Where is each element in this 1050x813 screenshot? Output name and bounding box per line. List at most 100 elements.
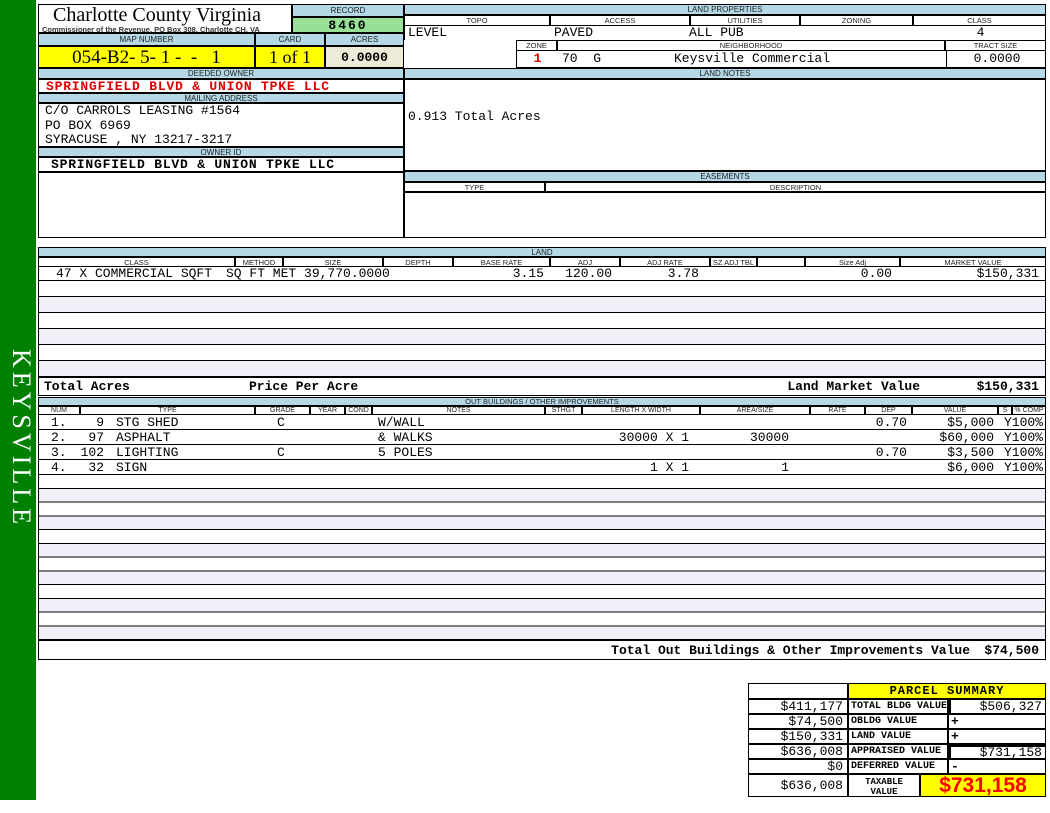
ob3-value: $3,500 (947, 445, 994, 460)
ob-col-rate: RATE (810, 406, 865, 415)
ps-taxable-left: $636,008 (748, 774, 848, 797)
land-market-value-total: $150,331 (976, 379, 1039, 394)
record-header: RECORD (292, 4, 404, 17)
parcel-summary: PARCEL SUMMARY $411,177 TOTAL BLDG VALUE… (748, 683, 1046, 799)
ob3-type: LIGHTING (116, 445, 179, 460)
ps-r1-value: $506,327 (948, 699, 1046, 714)
record-field[interactable]: 8460 (292, 17, 404, 33)
ob3-num: 3. (51, 445, 67, 460)
land-class-value: 47 X COMMERCIAL SQFT (56, 266, 213, 281)
land-base-rate-value: 3.15 (512, 266, 544, 281)
owner-block-empty-area (38, 172, 404, 238)
ob4-code: 32 (88, 460, 104, 475)
land-market-value-label: Land Market Value (787, 379, 920, 394)
owner-id-value: SPRINGFIELD BLVD & UNION TPKE LLC (38, 157, 404, 172)
ob1-num: 1. (51, 415, 67, 430)
mailing-line-3: SYRACUSE , NY 13217-3217 (45, 132, 233, 147)
ob-col-comp: % COMP (1012, 406, 1046, 415)
card-field[interactable]: 1 of 1 (255, 46, 325, 68)
ob2-s: Y (1004, 430, 1012, 445)
zone-values-row: 1 70 G Keysville Commercial 0.0000 (516, 51, 1046, 68)
ps-r1-left: $411,177 (748, 699, 848, 714)
ob-col-num: NUM (38, 406, 80, 415)
ob3-dep: 0.70 (875, 445, 907, 460)
ob1-code: 9 (96, 415, 104, 430)
ob1-grade: C (277, 415, 285, 430)
ps-r1-label: TOTAL BLDG VALUE (848, 699, 948, 714)
zone-header: ZONE (516, 40, 557, 51)
ps-taxable-value: $731,158 (920, 774, 1046, 797)
easement-type-header: TYPE (404, 182, 545, 192)
ob-col-area-size: AREA/SIZE (700, 406, 810, 415)
acres-header: ACRES (325, 33, 404, 46)
mailing-address-box: C/O CARROLS LEASING #1564 PO BOX 6969 SY… (38, 103, 404, 147)
ob1-dep: 0.70 (875, 415, 907, 430)
land-col-blank (757, 257, 805, 267)
land-data-row: 47 X COMMERCIAL SQFT SQ FT MET 39,770.00… (38, 267, 1046, 281)
land-notes-text: 0.913 Total Acres (408, 109, 541, 124)
ob3-notes: 5 POLES (378, 445, 433, 460)
district-name-vertical: KEYSVILLE (7, 348, 36, 528)
ps-taxable-label: TAXABLE VALUE (848, 774, 920, 797)
land-section-header: LAND (38, 247, 1046, 257)
ps-r5-op: - (951, 759, 959, 774)
ob2-comp: 100% (1011, 430, 1043, 445)
out-buildings-header: OUT BUILDINGS / OTHER IMPROVEMENTS (38, 397, 1046, 406)
owner-id-header: OWNER ID (38, 147, 404, 157)
ps-r4-value: $731,158 (948, 744, 1046, 759)
ob-col-s: S (998, 406, 1012, 415)
easement-description-header: DESCRIPTION (545, 182, 1046, 192)
ob-total-value: $74,500 (984, 643, 1039, 658)
land-method-size-value: SQ FT MET 39,770.0000 (226, 266, 390, 281)
ob3-grade: C (277, 445, 285, 460)
ps-r3-op: + (951, 729, 959, 744)
ob1-s: Y (1004, 415, 1012, 430)
ob1-comp: 100% (1011, 415, 1043, 430)
ob2-lxw: 30000 X 1 (618, 430, 689, 445)
zoning-header: ZONING (800, 15, 913, 26)
ps-r2-left: $74,500 (748, 714, 848, 729)
class-value: 4 (976, 25, 985, 40)
ob3-code: 102 (80, 445, 104, 460)
ob2-type: ASPHALT (116, 430, 171, 445)
land-empty-rows (38, 281, 1046, 377)
land-properties-values: LEVEL PAVED ALL PUB 4 (404, 26, 1046, 40)
ps-r3-label: LAND VALUE (848, 729, 948, 744)
ps-r4-label: APPRAISED VALUE (848, 744, 948, 759)
ob-row-2: 2. 97 ASPHALT & WALKS 30000 X 1 30000 $6… (38, 430, 1046, 445)
ps-title-spacer (748, 683, 848, 699)
land-market-value: $150,331 (976, 266, 1039, 281)
ob4-s: Y (1004, 460, 1012, 475)
ob-row-3: 3. 102 LIGHTING C 5 POLES 0.70 $3,500 Y … (38, 445, 1046, 460)
ob4-num: 4. (51, 460, 67, 475)
ps-r4-left: $636,008 (748, 744, 848, 759)
deeded-owner-value: SPRINGFIELD BLVD & UNION TPKE LLC (38, 79, 404, 93)
utilities-value: ALL PUB (689, 25, 744, 40)
ob-empty-rows (38, 475, 1046, 640)
land-col-depth: DEPTH (383, 257, 453, 267)
ob1-notes: W/WALL (378, 415, 425, 430)
land-notes-header: LAND NOTES (404, 68, 1046, 79)
mailing-line-1: C/O CARROLS LEASING #1564 (45, 103, 241, 118)
deeded-owner-header: DEEDED OWNER (38, 68, 404, 79)
ob4-area: 1 (781, 460, 789, 475)
ps-r5-value: - $0 (948, 759, 1046, 799)
ob-col-value: VALUE (912, 406, 998, 415)
ob-col-notes: NOTES (372, 406, 545, 415)
ps-r5-label: DEFERRED VALUE (848, 759, 948, 774)
ob2-notes: & WALKS (378, 430, 433, 445)
ob-total-row: Total Out Buildings & Other Improvements… (38, 640, 1046, 660)
ps-r2-label: OBLDG VALUE (848, 714, 948, 729)
land-properties-header: LAND PROPERTIES (404, 4, 1046, 15)
ob-col-grade: GRADE (255, 406, 310, 415)
county-title: Charlotte County Virginia (53, 4, 262, 26)
ob-col-type: TYPE (80, 406, 255, 415)
easements-empty-box (404, 192, 1046, 238)
easements-header: EASEMENTS (404, 171, 1046, 182)
neighborhood-header: NEIGHBORHOOD (557, 40, 945, 51)
map-number-field[interactable]: 054-B2- 5- 1 - - 1 (38, 46, 255, 68)
neighborhood-value: Keysville Commercial (673, 51, 831, 66)
ob-col-length-width: LENGTH X WIDTH (582, 406, 700, 415)
ob2-area: 30000 (749, 430, 789, 445)
topo-value: LEVEL (408, 25, 448, 40)
